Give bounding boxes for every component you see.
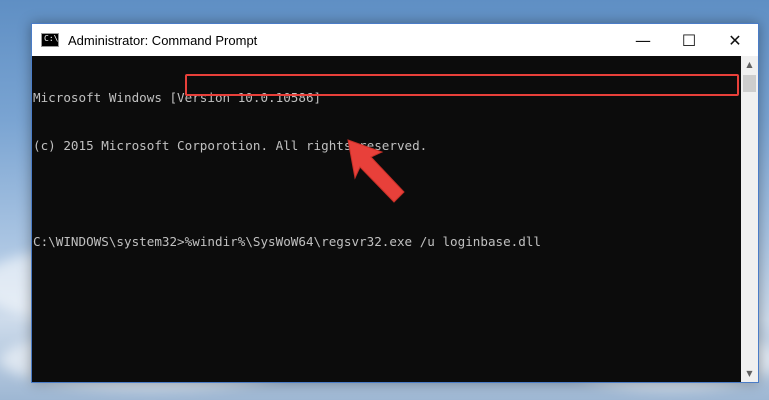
close-button[interactable]: ✕ xyxy=(712,24,758,56)
command-text[interactable]: %windir%\SysWoW64\regsvr32.exe /u loginb… xyxy=(185,234,541,249)
window-controls: — ☐ ✕ xyxy=(620,24,758,56)
window-title: Administrator: Command Prompt xyxy=(68,32,258,48)
minimize-button[interactable]: — xyxy=(620,24,666,56)
vertical-scrollbar[interactable]: ▲ ▼ xyxy=(741,56,758,382)
command-line[interactable]: C:\WINDOWS\system32>%windir%\SysWoW64\re… xyxy=(33,234,741,250)
console-output[interactable]: Microsoft Windows [Version 10.0.10586] (… xyxy=(32,56,741,382)
pointer-arrow-icon xyxy=(347,139,405,203)
maximize-button[interactable]: ☐ xyxy=(666,24,712,56)
prompt-text: C:\WINDOWS\system32> xyxy=(33,234,185,249)
scrollbar-thumb[interactable] xyxy=(743,75,756,92)
scroll-up-arrow-icon[interactable]: ▲ xyxy=(741,56,758,73)
title-bar[interactable]: C:\ Administrator: Command Prompt — ☐ ✕ xyxy=(32,24,758,56)
scroll-down-arrow-icon[interactable]: ▼ xyxy=(741,365,758,382)
command-prompt-icon[interactable]: C:\ xyxy=(41,33,59,47)
command-highlight-box xyxy=(185,74,739,96)
